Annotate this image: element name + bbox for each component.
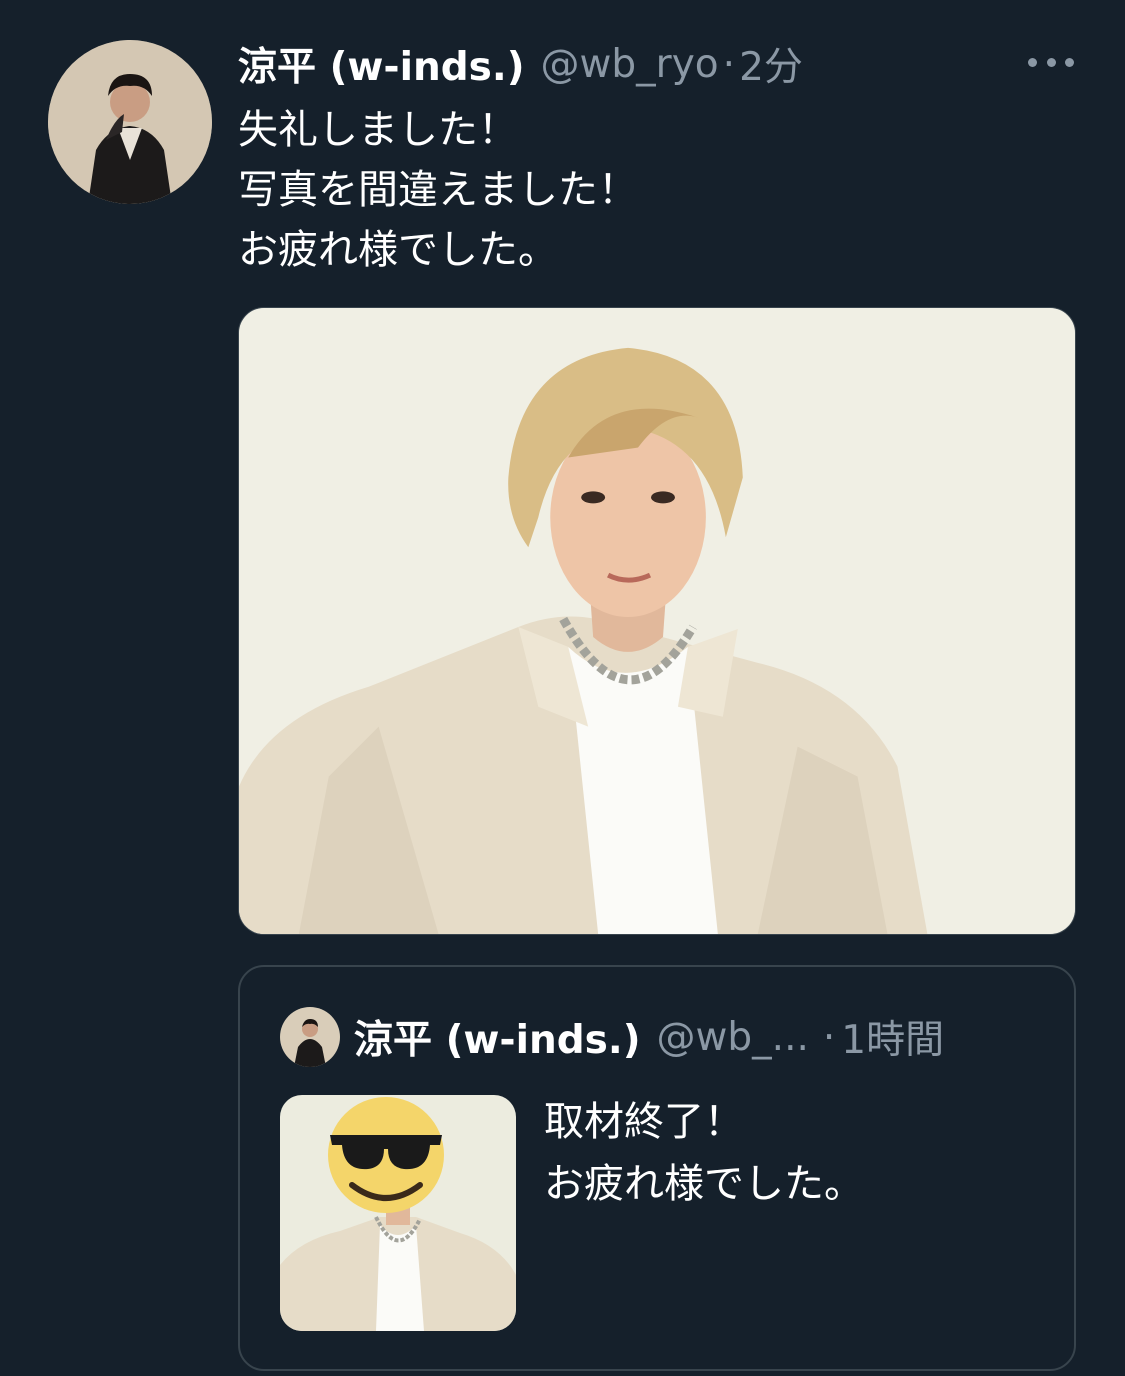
quoted-tweet-text: 取材終了！ お疲れ様でした。 xyxy=(544,1091,864,1215)
quoted-author-handle: @wb_... xyxy=(656,1014,809,1060)
separator-dot: · xyxy=(822,1014,836,1060)
quoted-tweet-timestamp: 1時間 xyxy=(841,1018,945,1063)
author-handle[interactable]: @wb_ryo xyxy=(541,42,719,87)
tweet-text-line: 失礼しました！ xyxy=(238,107,518,153)
quoted-tweet[interactable]: 涼平 (w-inds.) @wb_... · 1時間 取材終了！ お疲れ様でした… xyxy=(238,965,1076,1371)
separator-dot: · xyxy=(722,41,736,87)
tweet[interactable]: 涼平 (w-inds.) @wb_ryo · 2分 失礼しました！ 写真を間違え… xyxy=(0,0,1125,1376)
quoted-author-avatar[interactable] xyxy=(280,1007,340,1067)
quoted-tweet-header: 涼平 (w-inds.) @wb_... · 1時間 xyxy=(354,1009,944,1065)
tweet-text-line: お疲れ様でした。 xyxy=(238,227,558,273)
author-avatar[interactable] xyxy=(48,40,212,204)
author-name[interactable]: 涼平 (w-inds.) xyxy=(238,36,525,92)
tweet-photo[interactable] xyxy=(238,307,1076,935)
more-horizontal-icon[interactable] xyxy=(1028,52,1074,72)
tweet-timestamp[interactable]: 2分 xyxy=(739,36,803,92)
quoted-tweet-text-line: お疲れ様でした。 xyxy=(544,1161,864,1207)
quoted-author-name: 涼平 (w-inds.) xyxy=(354,1018,641,1063)
tweet-text-line: 写真を間違えました！ xyxy=(238,167,638,213)
quoted-tweet-text-line: 取材終了！ xyxy=(544,1099,744,1145)
tweet-text: 失礼しました！ 写真を間違えました！ お疲れ様でした。 xyxy=(238,100,638,280)
quoted-tweet-photo[interactable] xyxy=(280,1095,516,1331)
sunglasses-emoji-icon xyxy=(328,1097,444,1213)
tweet-header: 涼平 (w-inds.) @wb_ryo · 2分 xyxy=(238,36,803,92)
